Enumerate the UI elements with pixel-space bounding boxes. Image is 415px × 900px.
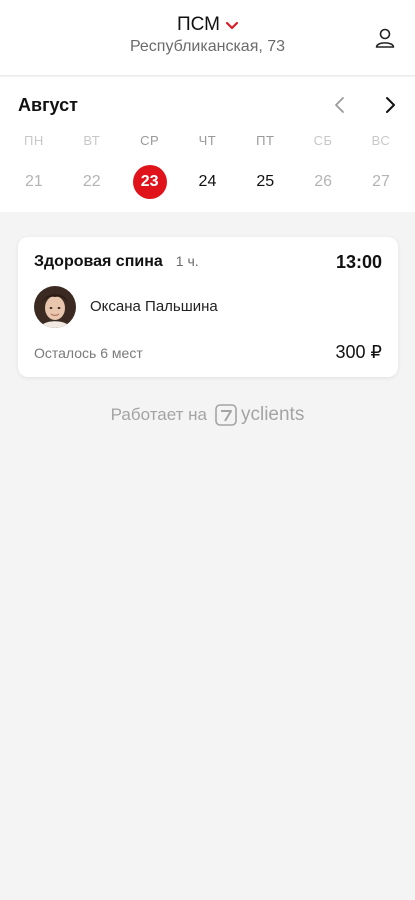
weekday-cell: ПН — [5, 132, 63, 150]
seats-left: Осталось 6 мест — [34, 345, 143, 361]
chevron-down-icon[interactable] — [226, 22, 238, 30]
month-label: Август — [18, 95, 78, 115]
day-21: 21 — [25, 173, 43, 190]
session-time: 13:00 — [335, 252, 382, 272]
weekday-cell: СР — [121, 132, 179, 150]
weekday-cell: ВС — [352, 132, 410, 150]
weekday-cell: ПТ — [236, 132, 294, 150]
weekday-cell: ВТ — [63, 132, 121, 150]
week-calendar: Август ПН ВТ СР ЧТ ПТ СБ ВС 21 22 23 24 … — [0, 77, 415, 212]
day-27: 27 — [372, 173, 390, 190]
day-cell: 27 — [352, 165, 410, 199]
user-profile-icon[interactable] — [373, 26, 397, 50]
day-cell: 24 — [179, 165, 237, 199]
weekday-cell: ЧТ — [179, 132, 237, 150]
master-avatar-icon — [34, 286, 76, 328]
weekday-cell: СБ — [294, 132, 352, 150]
session-card[interactable]: Здоровая спина 1 ч. 13:00 Оксана Пальшин… — [18, 237, 398, 377]
powered-by-label: Работает на — [110, 405, 207, 424]
avatar — [34, 286, 76, 328]
branch-title: ПСМ — [177, 14, 220, 35]
day-cell: 25 — [236, 165, 294, 199]
day-cell: 22 — [63, 165, 121, 199]
weekday-sun: ВС — [371, 133, 391, 148]
day-cell: 23 — [121, 165, 179, 199]
yclients-logo-icon — [215, 404, 237, 426]
day-25[interactable]: 25 — [248, 165, 282, 199]
day-cell: 21 — [5, 165, 63, 199]
branch-address: Республиканская, 73 — [129, 38, 286, 55]
service-name: Здоровая спина — [34, 253, 163, 270]
weekday-mon: ПН — [24, 133, 44, 148]
brand-name: yclients — [240, 404, 305, 425]
day-row: 21 22 23 24 25 26 27 — [5, 165, 410, 199]
service-row: Здоровая спина 1 ч. — [34, 253, 199, 271]
day-cell: 26 — [294, 165, 352, 199]
day-23-selected[interactable]: 23 — [132, 165, 167, 199]
weekday-tue: ВТ — [83, 133, 101, 148]
weekday-fri: ПТ — [256, 133, 275, 148]
weekday-sat: СБ — [313, 133, 333, 148]
branch-title-row[interactable]: ПСМ — [177, 14, 238, 36]
weekday-labels: ПН ВТ СР ЧТ ПТ СБ ВС — [5, 132, 410, 150]
weekday-wed: СР — [140, 133, 160, 148]
day-22: 22 — [82, 173, 101, 190]
chevron-left-icon[interactable] — [330, 95, 350, 115]
weekday-thu: ЧТ — [198, 133, 217, 148]
chevron-right-icon[interactable] — [380, 95, 400, 115]
day-24[interactable]: 24 — [190, 165, 224, 199]
app-header: ПСМ Республиканская, 73 — [0, 0, 415, 76]
branch-selector[interactable]: ПСМ Республиканская, 73 — [0, 14, 415, 56]
master-name: Оксана Пальшина — [90, 298, 218, 315]
powered-by[interactable]: Работает на yclients — [0, 404, 415, 426]
session-price: 300 ₽ — [335, 342, 383, 362]
day-26: 26 — [314, 173, 333, 190]
service-duration: 1 ч. — [175, 253, 199, 269]
